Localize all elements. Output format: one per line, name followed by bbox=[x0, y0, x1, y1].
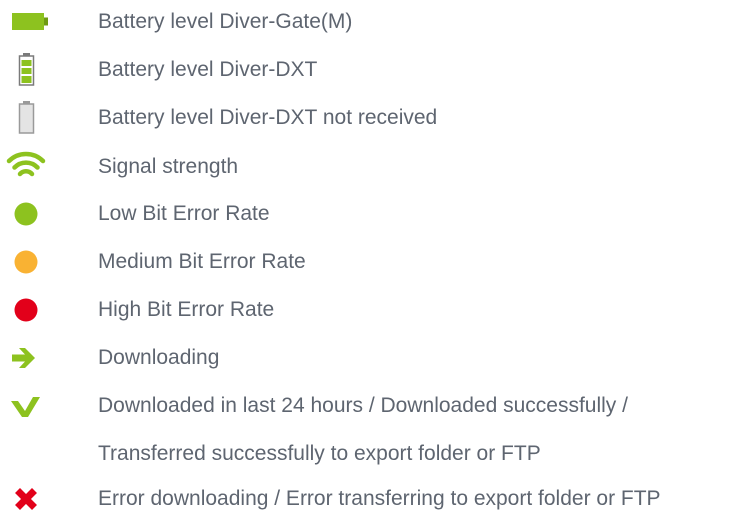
legend-label: Downloaded in last 24 hours / Downloaded… bbox=[98, 394, 628, 417]
legend-item-error: Error downloading / Error transferring t… bbox=[0, 479, 749, 519]
legend-label: Transferred successfully to export folde… bbox=[98, 442, 541, 465]
legend-item-low-ber: Low Bit Error Rate bbox=[0, 194, 749, 234]
checkmark-icon bbox=[0, 386, 60, 426]
battery-horizontal-full-icon bbox=[0, 2, 60, 42]
legend-label: High Bit Error Rate bbox=[98, 298, 275, 321]
icon-legend: Battery level Diver-Gate(M) Battery leve… bbox=[0, 0, 749, 520]
legend-item-battery-dxt: Battery level Diver-DXT bbox=[0, 50, 749, 90]
legend-label: Signal strength bbox=[98, 155, 239, 178]
arrow-right-icon bbox=[0, 338, 60, 378]
legend-item-downloading: Downloading bbox=[0, 338, 749, 378]
legend-label: Battery level Diver-DXT bbox=[98, 58, 318, 81]
battery-vertical-full-icon bbox=[0, 50, 60, 90]
green-dot-icon bbox=[0, 194, 60, 234]
battery-vertical-empty-icon bbox=[0, 98, 60, 138]
legend-item-downloaded: Downloaded in last 24 hours / Downloaded… bbox=[0, 386, 749, 426]
red-dot-icon bbox=[0, 290, 60, 330]
legend-item-battery-dxt-not-received: Battery level Diver-DXT not received bbox=[0, 98, 749, 138]
orange-dot-icon bbox=[0, 242, 60, 282]
legend-label: Medium Bit Error Rate bbox=[98, 250, 306, 273]
signal-strength-icon bbox=[0, 147, 60, 187]
legend-item-medium-ber: Medium Bit Error Rate bbox=[0, 242, 749, 282]
legend-label: Downloading bbox=[98, 346, 220, 369]
legend-label: Battery level Diver-Gate(M) bbox=[98, 10, 353, 33]
legend-label: Battery level Diver-DXT not received bbox=[98, 106, 438, 129]
legend-label: Low Bit Error Rate bbox=[98, 202, 270, 225]
legend-item-battery-gate: Battery level Diver-Gate(M) bbox=[0, 2, 749, 42]
legend-item-signal-strength: Signal strength bbox=[0, 147, 749, 187]
legend-label: Error downloading / Error transferring t… bbox=[98, 487, 661, 510]
legend-item-high-ber: High Bit Error Rate bbox=[0, 290, 749, 330]
cross-icon bbox=[0, 479, 60, 519]
legend-item-downloaded-continued: Transferred successfully to export folde… bbox=[0, 434, 749, 474]
